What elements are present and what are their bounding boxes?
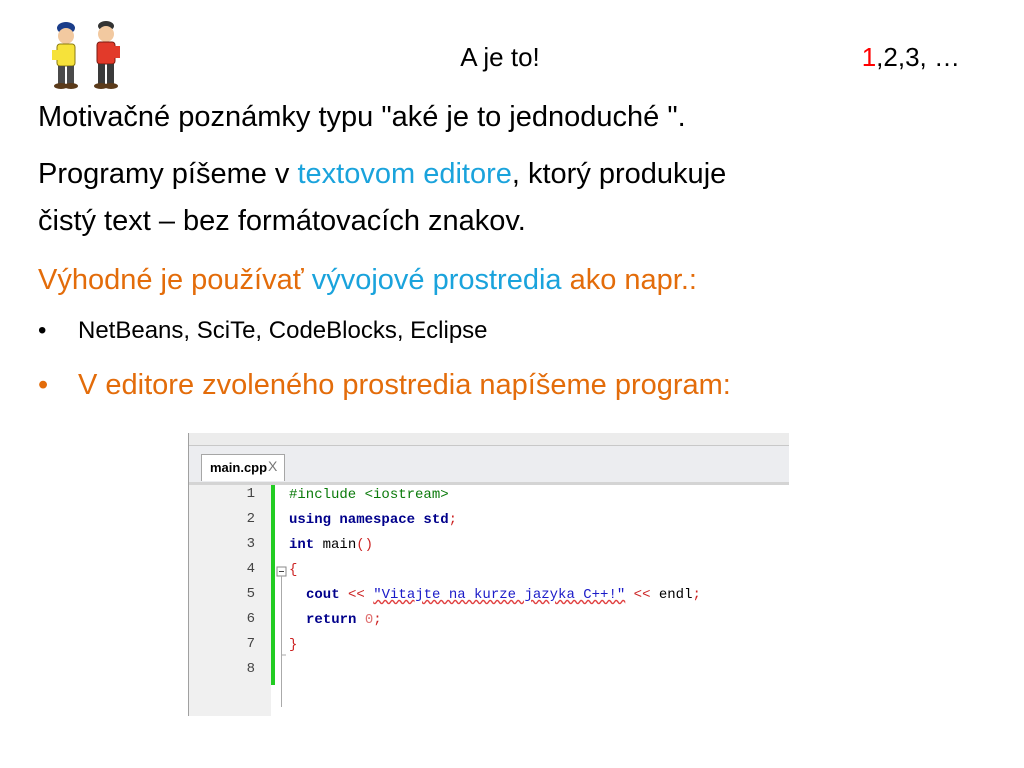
counter-first: 1 [861, 42, 877, 72]
code-line-4[interactable]: { [289, 558, 297, 583]
code-semicolon: ; [692, 587, 701, 603]
code-paren: () [356, 537, 374, 553]
code-operator: << [625, 587, 659, 603]
code-semicolon: ; [373, 612, 382, 628]
code-line-5[interactable]: cout << "Vitajte na kurze jazyka C++!" <… [306, 583, 701, 608]
line-number: 4 [246, 561, 255, 577]
code-line-1[interactable]: #include <iostream> [289, 483, 449, 508]
code-semicolon: ; [448, 512, 458, 528]
line-number: 6 [246, 611, 255, 627]
bullet-ide-list: • NetBeans, SciTe, CodeBlocks, Eclipse [38, 315, 488, 347]
slide-title: A je to! [460, 42, 540, 72]
ide-text-a: Výhodné je používať [38, 264, 312, 296]
code-number: 0 [356, 612, 374, 628]
slide-counter: 1,2,3, … [862, 42, 960, 73]
code-line-3[interactable]: int main() [289, 533, 373, 558]
code-keyword: return [306, 612, 357, 628]
ide-text-c: ako napr.: [561, 264, 697, 296]
fold-margin [275, 485, 289, 716]
editor-toolbar [189, 433, 789, 446]
bullet-write-program: • V editore zvoleného prostredia napíšeme… [38, 366, 731, 404]
write-program-text: V editore zvoleného prostredia napíšeme … [78, 369, 731, 401]
paragraph-ide: Výhodné je používať vývojové prostredia … [38, 262, 697, 298]
code-line-7[interactable]: } [289, 633, 297, 658]
code-line-6[interactable]: return 0; [306, 608, 382, 633]
line-number: 1 [246, 486, 255, 502]
code-keyword: int [289, 537, 315, 553]
code-function: main [314, 537, 357, 553]
line-number: 5 [246, 586, 255, 602]
programs-text-b: , ktorý produkuje [511, 158, 727, 190]
ide-list-text: NetBeans, SciTe, CodeBlocks, Eclipse [78, 317, 488, 344]
fold-icon[interactable] [275, 485, 289, 716]
counter-rest: ,2,3, … [876, 42, 960, 72]
code-line-2[interactable]: using namespace std; [289, 508, 457, 533]
line-number: 3 [246, 536, 255, 552]
code-operator: << [339, 587, 374, 603]
code-keyword: cout [306, 587, 340, 603]
code-keyword: using namespace std [289, 512, 449, 528]
line-number: 7 [246, 636, 255, 652]
code-editor-screenshot: main.cpp X 1 2 3 4 5 6 7 8 #include <ios… [188, 433, 789, 716]
paragraph-motivation: Motivačné poznámky typu "aké je to jedno… [38, 101, 686, 133]
programs-text-a: Programy píšeme v [38, 158, 298, 190]
ide-term: vývojové prostredia [311, 264, 562, 296]
text-editor-term: textovom editore [297, 158, 512, 190]
line-number: 8 [246, 661, 255, 677]
code-string: "Vitajte na kurze jazyka C++!" [373, 587, 626, 603]
code-identifier: endl [658, 587, 693, 603]
tab-main-cpp[interactable]: main.cpp X [201, 454, 285, 481]
close-icon[interactable]: X [268, 458, 277, 474]
bullet-symbol: • [38, 317, 47, 344]
bullet-symbol: • [38, 369, 49, 401]
paragraph-clean-text: čistý text – bez formátovacích znakov. [38, 205, 526, 237]
tab-label: main.cpp [210, 460, 268, 475]
paragraph-programs: Programy píšeme v textovom editore, ktor… [38, 156, 726, 192]
line-number: 2 [246, 511, 255, 527]
editor-tab-bar: main.cpp X [189, 446, 789, 482]
